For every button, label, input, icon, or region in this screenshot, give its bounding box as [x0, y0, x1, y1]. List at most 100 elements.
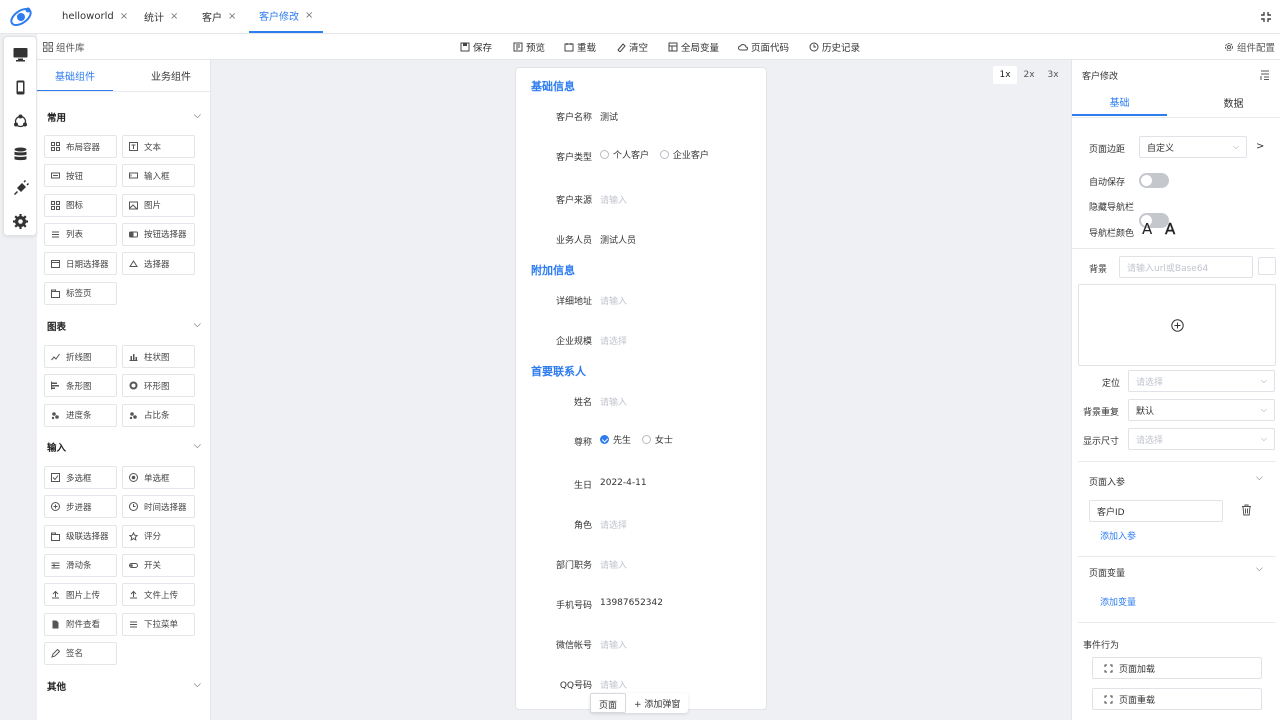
component-item[interactable]: 滑动条 [44, 553, 117, 577]
component-library-toggle[interactable]: 组件库 [43, 40, 85, 54]
page-code-button[interactable]: 页面代码 [738, 40, 789, 54]
component-item[interactable]: 附件查看 [44, 612, 117, 636]
radio-personal[interactable]: 个人客户 [600, 150, 649, 161]
global-variables-button[interactable]: 全局变量 [668, 40, 719, 54]
add-variable-link[interactable]: 添加变量 [1100, 595, 1136, 608]
customer-name-value[interactable]: 测试 [600, 110, 618, 123]
radio-ms[interactable]: 女士 [641, 435, 673, 446]
display-size-select[interactable]: 请选择 ⌵ [1128, 428, 1275, 450]
radio-enterprise[interactable]: 企业客户 [659, 150, 709, 161]
component-item[interactable]: 折线图 [44, 345, 117, 368]
preview-button[interactable]: 预览 [513, 40, 545, 54]
component-item[interactable]: 输入框 [122, 164, 195, 188]
tab-business-components[interactable]: 业务组件 [133, 68, 209, 90]
save-button[interactable]: 保存 [460, 40, 492, 54]
database-icon[interactable] [12, 146, 29, 163]
component-item[interactable]: 布局容器 [44, 135, 117, 158]
share-icon[interactable] [12, 113, 29, 130]
component-item[interactable]: 下拉菜单 [122, 612, 195, 636]
component-item[interactable]: 按钮 [44, 164, 117, 188]
qq-input[interactable]: 请输入 [600, 678, 627, 691]
component-item[interactable]: 文本 [122, 135, 195, 158]
tab-customer[interactable]: 客户 × [192, 0, 246, 33]
background-color-picker[interactable] [1258, 257, 1276, 275]
component-item[interactable]: 多选框 [44, 466, 117, 489]
phone-value[interactable]: 13987652342 [600, 598, 663, 608]
component-item[interactable]: 图片 [122, 193, 195, 217]
component-group-header[interactable]: 输入 ⌵ [47, 440, 201, 454]
nav-color-dark-option[interactable]: A [1142, 220, 1152, 238]
reload-button[interactable]: 重载 [564, 40, 596, 54]
tab-close-icon[interactable]: × [120, 11, 128, 22]
component-item[interactable]: 进度条 [44, 403, 117, 427]
component-group-header[interactable]: 其他 ⌵ [47, 679, 201, 693]
desktop-icon[interactable] [12, 46, 29, 63]
component-item[interactable]: 步进器 [44, 495, 117, 519]
component-item[interactable]: 按钮选择器 [122, 222, 195, 246]
component-item[interactable]: 时间选择器 [122, 495, 195, 519]
history-button[interactable]: 历史记录 [809, 40, 860, 54]
wechat-input[interactable]: 请输入 [600, 638, 627, 651]
contact-name-input[interactable]: 请输入 [600, 395, 627, 408]
component-item[interactable]: 列表 [44, 222, 117, 246]
position-select[interactable]: 请选择 ⌵ [1128, 370, 1275, 392]
tab-helloworld[interactable]: helloworld × [52, 0, 138, 33]
event-page-load-button[interactable]: 页面加载 [1092, 657, 1262, 679]
background-url-input[interactable]: 请输入url或Base64 [1119, 256, 1253, 278]
component-group-header[interactable]: 图表 ⌵ [47, 319, 201, 333]
component-item[interactable]: 选择器 [122, 252, 195, 276]
component-group-header[interactable]: 常用 ⌵ [47, 110, 201, 124]
chevron-down-icon[interactable]: ⌵ [1256, 564, 1263, 574]
zoom-1x-button[interactable]: 1x [993, 66, 1017, 84]
address-input[interactable]: 请输入 [600, 294, 627, 307]
tab-close-icon[interactable]: × [228, 11, 236, 22]
page-margin-select[interactable]: 自定义 ⌵ [1139, 136, 1247, 158]
background-image-upload[interactable] [1078, 284, 1276, 366]
component-item[interactable]: 开关 [122, 553, 195, 577]
param-input[interactable]: 客户ID [1089, 500, 1223, 522]
tab-statistics[interactable]: 统计 × [134, 0, 188, 33]
tab-customer-edit[interactable]: 客户修改 × [249, 0, 324, 33]
department-input[interactable]: 请输入 [600, 558, 627, 571]
component-item[interactable]: 文件上传 [122, 583, 195, 607]
radio-mr[interactable]: 先生 [600, 435, 631, 446]
birthday-value[interactable]: 2022-4-11 [600, 478, 647, 488]
component-item[interactable]: 日期选择器 [44, 252, 117, 276]
clear-button[interactable]: 清空 [616, 40, 648, 54]
chevron-down-icon[interactable]: ⌵ [1256, 473, 1263, 483]
component-item[interactable]: 级联选择器 [44, 524, 117, 548]
trash-icon[interactable] [1241, 504, 1252, 516]
component-item[interactable]: 环形图 [122, 374, 195, 398]
tab-basic-components[interactable]: 基础组件 [37, 68, 113, 92]
plugin-icon[interactable] [12, 180, 29, 197]
tab-data[interactable]: 数据 [1186, 88, 1280, 116]
tab-close-icon[interactable]: × [170, 11, 178, 22]
tab-basic[interactable]: 基础 [1072, 88, 1167, 116]
add-param-link[interactable]: 添加入参 [1100, 529, 1136, 542]
component-item[interactable]: 柱状图 [122, 345, 195, 368]
add-popup-button[interactable]: + 添加弹窗 [626, 693, 688, 713]
event-page-reload-button[interactable]: 页面重载 [1092, 688, 1262, 710]
mobile-icon[interactable] [12, 79, 29, 96]
page-tab[interactable]: 页面 [590, 693, 627, 713]
customer-source-input[interactable]: 请输入 [600, 193, 627, 206]
component-item[interactable]: 评分 [122, 524, 195, 548]
zoom-3x-button[interactable]: 3x [1041, 66, 1065, 84]
nav-color-bold-option[interactable]: A [1165, 220, 1176, 238]
app-logo-icon[interactable] [8, 5, 34, 29]
component-item[interactable]: 图片上传 [44, 583, 117, 607]
company-scale-select[interactable]: 请选择 [600, 334, 627, 347]
margin-expand-arrow[interactable]: > [1256, 141, 1264, 152]
autosave-toggle[interactable] [1139, 173, 1169, 188]
component-item[interactable]: 标签页 [44, 281, 117, 305]
component-config-button[interactable]: 组件配置 [1224, 40, 1275, 54]
staff-value[interactable]: 测试人员 [600, 233, 636, 246]
panel-collapse-icon[interactable] [1260, 70, 1270, 80]
tab-close-icon[interactable]: × [305, 10, 313, 21]
component-item[interactable]: 单选框 [122, 466, 195, 489]
component-item[interactable]: 条形图 [44, 374, 117, 398]
bg-repeat-select[interactable]: 默认 ⌵ [1128, 399, 1275, 421]
role-select[interactable]: 请选择 [600, 518, 627, 531]
settings-gear-icon[interactable] [12, 213, 29, 230]
component-item[interactable]: 签名 [44, 641, 117, 665]
